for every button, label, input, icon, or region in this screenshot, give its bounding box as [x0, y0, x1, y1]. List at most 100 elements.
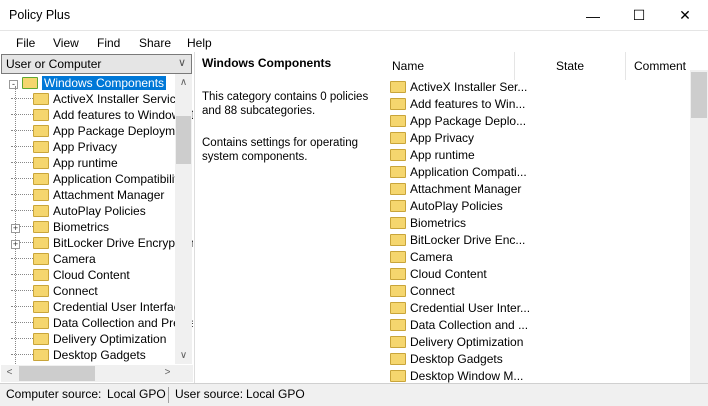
detail-description: Contains settings for operating system c… — [202, 137, 358, 163]
list-row[interactable]: BitLocker Drive Enc... — [390, 232, 525, 249]
tree-item[interactable]: App runtime — [11, 155, 118, 171]
column-header-name[interactable]: Name — [386, 52, 515, 80]
list-row[interactable]: App Package Deplo... — [390, 113, 526, 130]
tree-item-label: Connect — [53, 284, 98, 298]
tree-item[interactable]: Connect — [11, 283, 98, 299]
list-row[interactable]: Add features to Win... — [390, 96, 525, 113]
window-title: Policy Plus — [9, 8, 71, 22]
folder-icon — [390, 353, 406, 365]
list-row-name: Add features to Win... — [410, 97, 526, 111]
menu-help[interactable]: Help — [187, 36, 212, 50]
tree-item-label: Desktop Gadgets — [53, 348, 146, 362]
column-header-state[interactable]: State — [515, 52, 626, 80]
list-row[interactable]: Attachment Manager — [390, 181, 521, 198]
list-row-name: Biometrics — [410, 216, 467, 230]
tree-item[interactable]: Data Collection and Preview Builds — [11, 315, 193, 331]
expand-icon[interactable]: + — [11, 240, 20, 249]
list-row-name: Application Compati... — [410, 165, 527, 179]
list-row[interactable]: Connect — [390, 283, 455, 300]
tree-item-label: Attachment Manager — [53, 188, 165, 202]
list-row[interactable]: Application Compati... — [390, 164, 527, 181]
tree-root-label: Windows Components — [42, 76, 167, 90]
scroll-left-icon[interactable]: < — [1, 367, 18, 378]
computer-source-label: Computer source: — [6, 387, 102, 401]
minimize-button[interactable]: — — [570, 0, 616, 31]
close-button[interactable]: ✕ — [662, 0, 708, 31]
list-row-name: BitLocker Drive Enc... — [410, 233, 526, 247]
policy-source-select[interactable]: User or Computer ∨ — [1, 54, 192, 74]
category-tree: - Windows Components ActiveX Installer Se… — [1, 74, 193, 364]
menu-share[interactable]: Share — [139, 36, 171, 50]
tree-item[interactable]: + BitLocker Drive Encryption — [11, 235, 193, 251]
tree-item[interactable]: Credential User Interface — [11, 299, 186, 315]
tree-item[interactable]: App Package Deployment — [11, 123, 192, 139]
h-scroll-thumb[interactable] — [19, 366, 95, 381]
folder-icon — [390, 81, 406, 93]
folder-icon — [33, 285, 49, 297]
detail-summary: This category contains 0 policies and 88… — [202, 91, 369, 117]
folder-icon — [33, 189, 49, 201]
tree-item[interactable]: Desktop Window Manager — [11, 363, 193, 364]
list-row[interactable]: Biometrics — [390, 215, 466, 232]
tree-item-label: ActiveX Installer Service — [53, 92, 183, 106]
list-row-name: Delivery Optimization — [410, 335, 524, 349]
user-source-label: User source: — [175, 387, 244, 401]
folder-icon — [33, 333, 49, 345]
policy-source-value: User or Computer — [6, 57, 102, 71]
tree-item[interactable]: Attachment Manager — [11, 187, 164, 203]
scroll-right-icon[interactable]: > — [159, 367, 176, 378]
scroll-thumb[interactable] — [176, 116, 191, 164]
tree-horizontal-scrollbar[interactable]: < > — [1, 365, 193, 382]
tree-root[interactable]: - Windows Components — [9, 75, 167, 91]
list-row[interactable]: Cloud Content — [390, 266, 487, 283]
list-row-name: ActiveX Installer Ser... — [410, 80, 528, 94]
list-row[interactable]: Desktop Gadgets — [390, 351, 503, 368]
list-row[interactable]: Desktop Window M... — [390, 368, 523, 383]
tree-vertical-scrollbar[interactable]: ∧ ∨ — [175, 74, 192, 364]
list-row[interactable]: Camera — [390, 249, 453, 266]
tree-item[interactable]: AutoPlay Policies — [11, 203, 146, 219]
tree-item[interactable]: + Biometrics — [11, 219, 109, 235]
tree-item[interactable]: Application Compatibility — [11, 171, 184, 187]
collapse-icon[interactable]: - — [9, 80, 18, 89]
menu-view[interactable]: View — [53, 36, 79, 50]
policy-list: Name State Comment ActiveX Installer Ser… — [386, 52, 708, 383]
tree-item-label: Cloud Content — [53, 268, 130, 282]
computer-source-value: Local GPO — [107, 387, 166, 401]
list-row[interactable]: Delivery Optimization — [390, 334, 523, 351]
folder-icon — [390, 234, 406, 246]
maximize-button[interactable]: ☐ — [616, 0, 662, 31]
list-row[interactable]: AutoPlay Policies — [390, 198, 503, 215]
user-source-value: Local GPO — [246, 387, 305, 401]
folder-icon — [33, 349, 49, 361]
folder-icon — [33, 237, 49, 249]
list-row-name: Desktop Gadgets — [410, 352, 503, 366]
folder-icon — [33, 125, 49, 137]
menu-file[interactable]: File — [16, 36, 35, 50]
list-row-name: Desktop Window M... — [410, 369, 524, 383]
tree-item[interactable]: Delivery Optimization — [11, 331, 166, 347]
scroll-down-icon[interactable]: ∨ — [175, 350, 192, 361]
folder-icon — [390, 319, 406, 331]
list-row[interactable]: ActiveX Installer Ser... — [390, 79, 527, 96]
folder-icon — [33, 173, 49, 185]
list-row-name: Camera — [410, 250, 453, 264]
tree-item[interactable]: Camera — [11, 251, 96, 267]
folder-icon — [390, 200, 406, 212]
tree-item[interactable]: ActiveX Installer Service — [11, 91, 182, 107]
tree-item-label: Biometrics — [53, 220, 110, 234]
expand-icon[interactable]: + — [11, 224, 20, 233]
scroll-up-icon[interactable]: ∧ — [175, 77, 192, 88]
list-vertical-scrollbar[interactable] — [690, 70, 708, 383]
list-scroll-thumb[interactable] — [691, 72, 707, 118]
list-row[interactable]: Data Collection and ... — [390, 317, 528, 334]
list-row[interactable]: App runtime — [390, 147, 475, 164]
list-row[interactable]: App Privacy — [390, 130, 474, 147]
menu-find[interactable]: Find — [97, 36, 120, 50]
tree-item[interactable]: Desktop Gadgets — [11, 347, 146, 363]
tree-item[interactable]: Add features to Windows 10 — [11, 107, 193, 123]
tree-item[interactable]: App Privacy — [11, 139, 117, 155]
tree-item[interactable]: Cloud Content — [11, 267, 130, 283]
list-row[interactable]: Credential User Inter... — [390, 300, 530, 317]
folder-icon — [390, 370, 406, 382]
